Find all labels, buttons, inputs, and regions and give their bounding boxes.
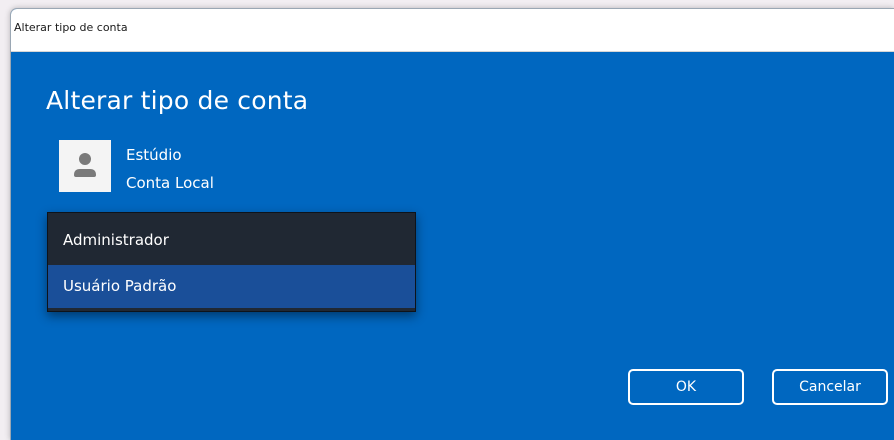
option-administrator[interactable]: Administrador [48,219,415,262]
account-name: Estúdio [126,146,182,164]
page-title: Alterar tipo de conta [46,86,309,115]
option-standard-user[interactable]: Usuário Padrão [48,265,415,308]
cancel-button[interactable]: Cancelar [772,369,888,405]
window-title: Alterar tipo de conta [14,21,128,34]
change-account-type-window: Alterar tipo de conta Alterar tipo de co… [10,8,894,440]
account-type-dropdown-list[interactable]: Administrador Usuário Padrão [47,212,416,312]
user-avatar-icon [59,140,111,192]
title-bar[interactable]: Alterar tipo de conta [11,9,894,52]
ok-button[interactable]: OK [628,369,744,405]
account-type-label: Conta Local [126,174,214,192]
